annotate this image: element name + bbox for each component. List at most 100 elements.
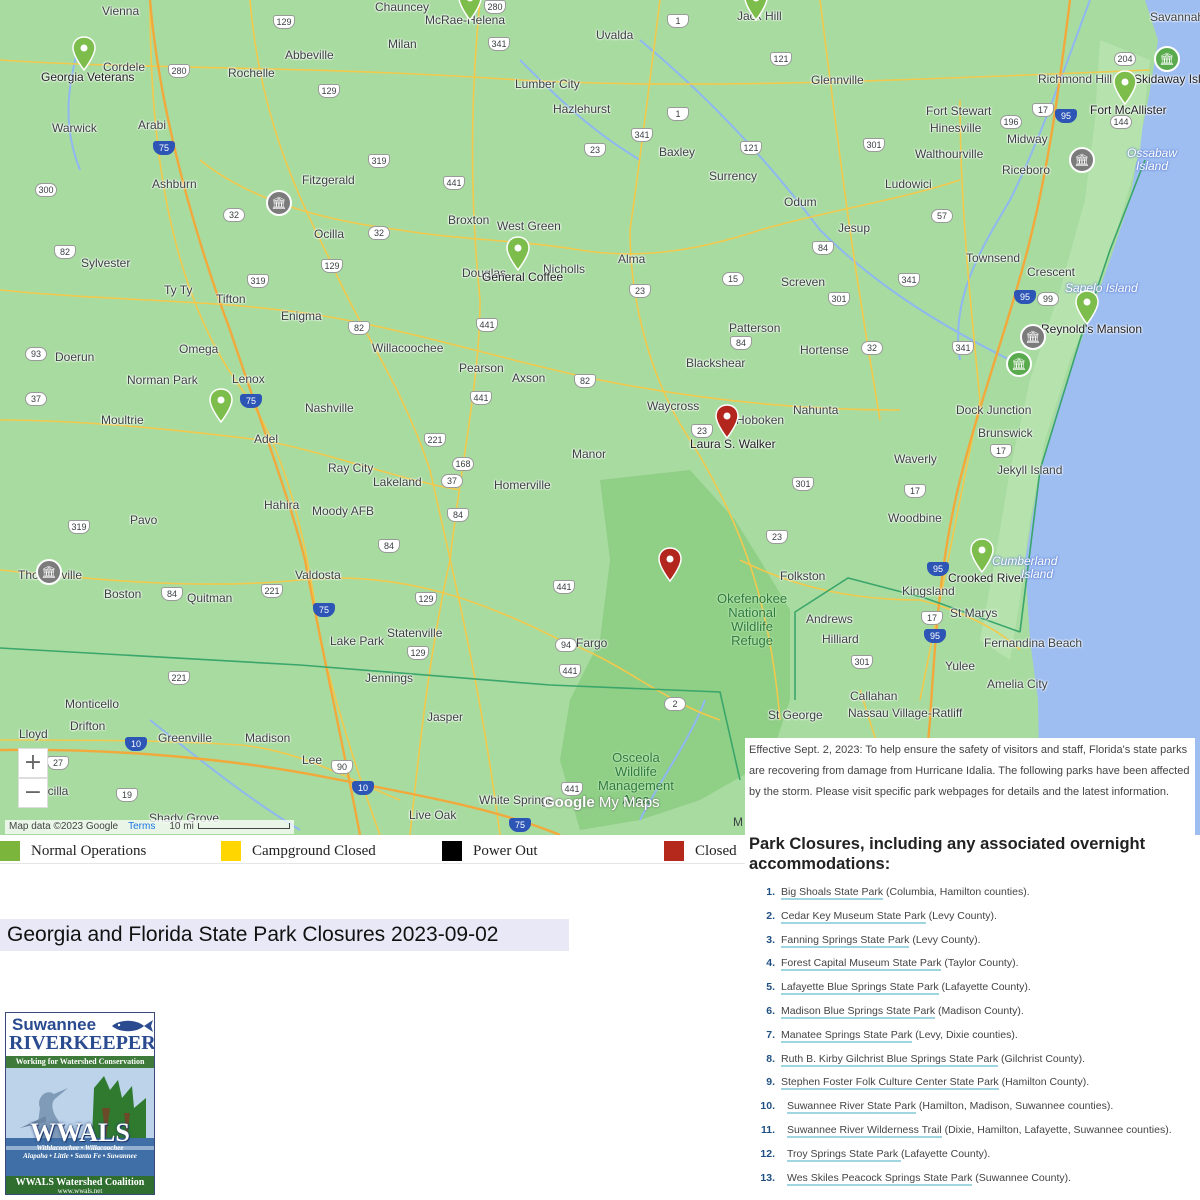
- open-park-pin-icon[interactable]: [505, 236, 531, 272]
- notice-intro: Effective Sept. 2, 2023: To help ensure …: [749, 744, 1190, 798]
- scale-label: 10 mi: [169, 821, 194, 832]
- museum-icon[interactable]: 🏛: [1154, 46, 1180, 72]
- map-place-label: Fitzgerald: [302, 173, 355, 187]
- highway-shield: 301: [792, 477, 814, 491]
- highway-shield: 341: [631, 128, 653, 142]
- open-park-pin-icon[interactable]: [71, 36, 97, 72]
- park-link[interactable]: Troy Springs State Park: [787, 1147, 901, 1162]
- highway-shield: 19: [116, 788, 138, 802]
- notice-heading: Park Closures, including any associated …: [749, 835, 1146, 873]
- closure-text: Manatee Springs State Park (Levy, Dixie …: [781, 1028, 1018, 1043]
- highway-shield: 196: [1000, 115, 1022, 129]
- map-place-label: Alma: [618, 252, 646, 266]
- park-link[interactable]: Suwannee River Wilderness Trail: [787, 1123, 942, 1138]
- map-place-label: Live Oak: [409, 808, 457, 822]
- map-place-label: Hilliard: [822, 632, 859, 646]
- map[interactable]: Vienna Chauncey McRae-Helena Jack Hill Savan…: [0, 0, 1200, 835]
- highway-shield: 319: [368, 154, 390, 168]
- highway-shield: 99: [1037, 292, 1059, 306]
- closure-item: 12. Troy Springs State Park (Lafayette Co…: [745, 1147, 1195, 1172]
- highway-shield: 300: [35, 183, 57, 197]
- open-park-pin-icon[interactable]: [457, 0, 483, 22]
- open-park-pin-icon[interactable]: [969, 538, 995, 574]
- map-place-label: Valdosta: [295, 568, 341, 582]
- park-link[interactable]: Big Shoals State Park: [781, 886, 884, 900]
- highway-shield: 280: [168, 64, 190, 78]
- legend-swatch: [664, 841, 684, 861]
- map-place-label: Doerun: [55, 350, 95, 364]
- closure-item: 7. Manatee Springs State Park (Levy, Dixi…: [745, 1028, 1195, 1053]
- interstate-shield: 75: [240, 394, 262, 408]
- park-link[interactable]: Cedar Key Museum State Park: [781, 909, 926, 924]
- closure-number: 5.: [766, 981, 775, 994]
- zoom-out-button[interactable]: −: [18, 778, 48, 808]
- highway-shield: 341: [898, 273, 920, 287]
- museum-icon[interactable]: 🏛: [1006, 351, 1032, 377]
- map-place-label: Vienna: [102, 4, 140, 18]
- zoom-in-button[interactable]: +: [18, 748, 48, 778]
- open-park-pin-icon[interactable]: [208, 388, 234, 424]
- park-link[interactable]: Fanning Springs State Park: [781, 933, 910, 948]
- map-place-label: Dock Junction: [956, 403, 1032, 417]
- closure-item: 9. Stephen Foster Folk Culture Center Sta…: [745, 1076, 1195, 1100]
- highway-shield: 319: [247, 274, 269, 288]
- highway-shield: 32: [368, 226, 390, 240]
- museum-icon[interactable]: 🏛: [36, 559, 62, 585]
- interstate-shield: 10: [125, 737, 147, 751]
- map-place-label: Axson: [512, 371, 546, 385]
- interstate-shield: 10: [352, 781, 374, 795]
- park-counties: (Gilchrist County).: [998, 1052, 1086, 1065]
- closure-text: Wes Skiles Peacock Springs State Park (S…: [787, 1171, 1071, 1186]
- highway-shield: 93: [25, 347, 47, 361]
- map-place-label: Homerville: [494, 478, 551, 492]
- museum-icon[interactable]: 🏛: [1020, 324, 1046, 350]
- open-park-pin-icon[interactable]: [1112, 70, 1138, 106]
- logo-header: Suwannee RIVERKEEPER: [6, 1013, 154, 1055]
- map-place-label: Lake Park: [330, 634, 385, 648]
- map-corner-text: M: [733, 815, 743, 829]
- map-place-label: Fernandina Beach: [984, 636, 1083, 650]
- highway-shield: 319: [68, 520, 90, 534]
- museum-icon[interactable]: 🏛: [266, 190, 292, 216]
- terms-link[interactable]: Terms: [128, 821, 155, 832]
- wwals-logo: Suwannee RIVERKEEPER Working for Watersh…: [5, 1012, 155, 1195]
- closed-park-pin-icon[interactable]: [714, 404, 740, 440]
- legend-swatch: [442, 841, 462, 861]
- map-place-label: Glennville: [811, 73, 864, 87]
- park-link[interactable]: Suwannee River State Park: [787, 1100, 916, 1115]
- highway-shield: 90: [331, 760, 353, 774]
- park-link[interactable]: Manatee Springs State Park: [781, 1028, 913, 1043]
- closure-item: 1. Big Shoals State Park (Columbia, Hamil…: [745, 886, 1195, 910]
- park-label[interactable]: General Coffee: [482, 270, 563, 284]
- park-link[interactable]: Wes Skiles Peacock Springs State Park: [787, 1171, 973, 1186]
- park-label[interactable]: Skidaway Island: [1134, 72, 1200, 86]
- highway-shield: 121: [770, 52, 792, 66]
- closed-park-pin-icon[interactable]: [657, 547, 683, 583]
- highway-shield: 37: [441, 474, 463, 488]
- highway-shield: 204: [1114, 52, 1136, 66]
- park-link[interactable]: Lafayette Blue Springs State Park: [781, 981, 939, 996]
- highway-shield: 17: [921, 611, 943, 625]
- park-link[interactable]: Ruth B. Kirby Gilchrist Blue Springs Sta…: [781, 1052, 999, 1067]
- park-link[interactable]: Stephen Foster Folk Culture Center State…: [781, 1076, 999, 1091]
- refuge-label-line: Okefenokee: [717, 591, 788, 606]
- closure-list: 1. Big Shoals State Park (Columbia, Hamil…: [745, 886, 1195, 1195]
- open-park-pin-icon[interactable]: [1074, 290, 1100, 326]
- map-place-label: Adel: [254, 432, 279, 446]
- highway-shield: 57: [931, 209, 953, 223]
- closure-number: 11.: [760, 1123, 775, 1136]
- park-counties: (Taylor County).: [941, 957, 1019, 970]
- park-label[interactable]: Georgia Veterans: [41, 70, 134, 84]
- museum-icon[interactable]: 🏛: [1069, 147, 1095, 173]
- highway-shield: 129: [415, 592, 437, 606]
- map-place-label: Fargo: [576, 636, 608, 650]
- park-link[interactable]: Forest Capital Museum State Park: [781, 957, 942, 972]
- refuge-label-line: Wildlife: [614, 764, 657, 779]
- closure-item: 11. Suwannee River Wilderness Trail (Dixi…: [745, 1123, 1195, 1148]
- interstate-shield: 75: [153, 141, 175, 155]
- highway-shield: 301: [828, 292, 850, 306]
- open-park-pin-icon[interactable]: [743, 0, 769, 22]
- park-link[interactable]: Madison Blue Springs State Park: [781, 1004, 936, 1019]
- park-counties: (Hamilton, Madison, Suwannee counties).: [915, 1100, 1114, 1113]
- map-place-label: Blackshear: [686, 356, 746, 370]
